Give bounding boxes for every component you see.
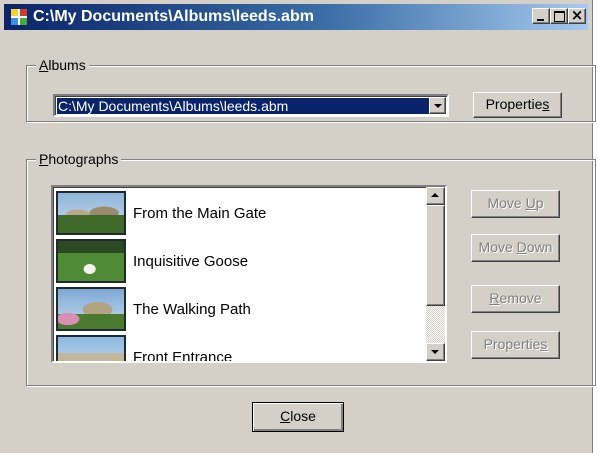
photo-thumbnail bbox=[56, 239, 126, 283]
album-dialog-window: C:\My Documents\Albums\leeds.abm × Album… bbox=[0, 0, 596, 453]
minimize-icon bbox=[537, 19, 544, 21]
photo-title: Inquisitive Goose bbox=[133, 253, 249, 270]
move-down-button[interactable]: Move Down bbox=[471, 234, 560, 262]
list-item[interactable]: From the Main Gate bbox=[56, 189, 426, 237]
close-window-button[interactable]: × bbox=[568, 6, 586, 24]
albums-label-accel: A bbox=[39, 57, 49, 73]
photographs-label-rest: hotographs bbox=[48, 151, 119, 167]
remove-post: emove bbox=[499, 290, 542, 306]
album-path-selected-value: C:\My Documents\Albums\leeds.abm bbox=[57, 98, 430, 114]
chevron-up-icon bbox=[431, 193, 439, 197]
remove-accel: R bbox=[489, 290, 500, 306]
remove-button[interactable]: Remove bbox=[471, 285, 560, 313]
photo-title: From the Main Gate bbox=[133, 205, 267, 222]
album-properties-pre: Propertie bbox=[485, 96, 543, 112]
close-post: lose bbox=[290, 408, 316, 424]
scroll-up-button[interactable] bbox=[426, 187, 445, 205]
close-icon: × bbox=[570, 6, 584, 24]
photo-properties-button[interactable]: Properties bbox=[471, 331, 560, 359]
window-title: C:\My Documents\Albums\leeds.abm bbox=[33, 8, 314, 25]
move-down-accel: D bbox=[516, 239, 527, 255]
albums-label-rest: lbums bbox=[48, 57, 86, 73]
photo-properties-pre: Propertie bbox=[483, 336, 541, 352]
move-down-post: own bbox=[526, 239, 553, 255]
photo-thumbnail bbox=[56, 287, 126, 331]
album-path-dropdown-button[interactable] bbox=[429, 97, 446, 114]
title-bar[interactable]: C:\My Documents\Albums\leeds.abm × bbox=[4, 4, 588, 30]
photograph-listbox[interactable]: From the Main Gate Inquisitive Goose The… bbox=[51, 185, 447, 363]
photo-properties-accel: s bbox=[540, 336, 548, 352]
photograph-list: From the Main Gate Inquisitive Goose The… bbox=[56, 189, 426, 363]
maximize-icon bbox=[554, 11, 565, 22]
list-item[interactable]: Inquisitive Goose bbox=[56, 237, 426, 285]
chevron-down-icon bbox=[431, 350, 439, 354]
photograph-list-scrollbar[interactable] bbox=[426, 187, 445, 361]
scroll-down-button[interactable] bbox=[426, 343, 445, 361]
photo-title: The Walking Path bbox=[133, 301, 251, 318]
chevron-down-icon bbox=[434, 104, 442, 108]
list-item[interactable]: The Walking Path bbox=[56, 285, 426, 333]
move-up-accel: U bbox=[525, 195, 536, 211]
photo-title: Front Entrance bbox=[133, 349, 233, 363]
photo-thumbnail bbox=[56, 335, 126, 361]
album-properties-button[interactable]: Properties bbox=[473, 92, 562, 118]
maximize-button[interactable] bbox=[550, 8, 568, 24]
close-button[interactable]: Close bbox=[252, 402, 344, 432]
move-up-pre: Move bbox=[487, 195, 526, 211]
close-accel: C bbox=[280, 408, 291, 424]
photo-thumbnail bbox=[56, 191, 126, 235]
scrollbar-thumb[interactable] bbox=[426, 205, 445, 306]
album-path-combobox[interactable]: C:\My Documents\Albums\leeds.abm bbox=[53, 94, 449, 117]
album-app-icon[interactable] bbox=[11, 9, 27, 25]
albums-group: Albums C:\My Documents\Albums\leeds.abm … bbox=[26, 56, 596, 122]
photographs-group-label: Photographs bbox=[36, 150, 122, 168]
albums-group-label: Albums bbox=[36, 56, 89, 74]
move-down-pre: Move bbox=[478, 239, 517, 255]
move-up-post: p bbox=[535, 195, 544, 211]
minimize-button[interactable] bbox=[532, 8, 550, 24]
list-item[interactable]: Front Entrance bbox=[56, 333, 426, 363]
photographs-label-accel: P bbox=[39, 151, 49, 167]
move-up-button[interactable]: Move Up bbox=[471, 190, 560, 218]
album-properties-accel: s bbox=[542, 96, 550, 112]
